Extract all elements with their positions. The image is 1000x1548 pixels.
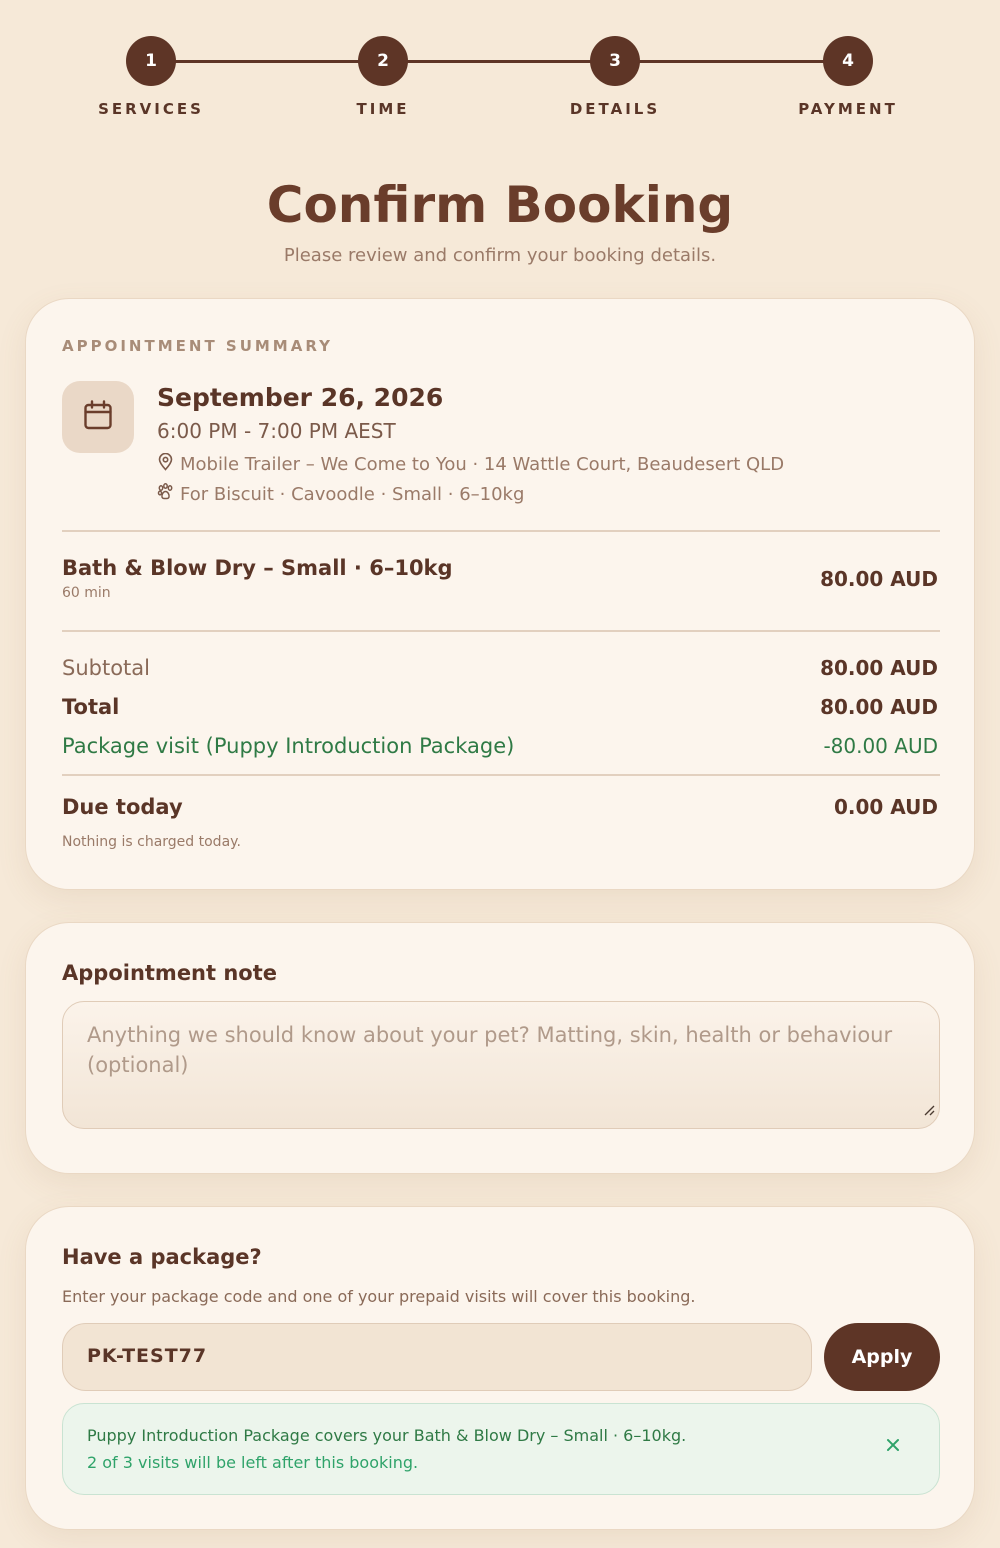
alert-remaining-text: 2 of 3 visits will be left after this bo… (87, 1453, 419, 1472)
step-label: SERVICES (98, 100, 204, 118)
step-number: 4 (823, 36, 873, 86)
appointment-location: Mobile Trailer – We Come to You · 14 Wat… (157, 452, 785, 476)
step-details[interactable]: 3 DETAILS (540, 36, 690, 118)
step-number: 1 (126, 36, 176, 86)
step-label: DETAILS (569, 100, 661, 118)
page-subtitle: Please review and confirm your booking d… (283, 245, 717, 266)
due-today-label: Due today (62, 795, 183, 819)
location-text: Mobile Trailer – We Come to You · 14 Wat… (180, 454, 785, 475)
package-success-alert: Puppy Introduction Package covers your B… (62, 1403, 940, 1495)
calendar-icon (83, 399, 113, 435)
note-heading: Appointment note (62, 961, 278, 985)
appointment-time: 6:00 PM - 7:00 PM AEST (157, 419, 396, 443)
package-card: Have a package? Enter your package code … (25, 1206, 975, 1530)
step-services[interactable]: 1 SERVICES (76, 36, 226, 118)
resize-handle-icon[interactable] (923, 1094, 935, 1124)
page-title: Confirm Booking (266, 176, 734, 234)
package-description: Enter your package code and one of your … (62, 1287, 696, 1306)
appointment-summary-card: APPOINTMENT SUMMARY September 26, 2026 6… (25, 298, 975, 890)
note-placeholder: Anything we should know about your pet? … (87, 1023, 893, 1077)
service-name: Bath & Blow Dry – Small · 6–10kg (62, 556, 453, 580)
alert-coverage-text: Puppy Introduction Package covers your B… (87, 1426, 687, 1445)
total-label: Total (62, 695, 120, 719)
subtotal-amount: 80.00 AUD (820, 656, 938, 680)
appointment-note-textarea[interactable]: Anything we should know about your pet? … (62, 1001, 940, 1129)
subtotal-row: Subtotal 80.00 AUD (62, 656, 938, 680)
appointment-date: September 26, 2026 (157, 383, 444, 412)
service-price: 80.00 AUD (820, 567, 938, 591)
package-code-input[interactable]: PK-TEST77 (62, 1323, 812, 1391)
summary-divider (62, 774, 940, 776)
booking-stepper: 1 SERVICES 2 TIME 3 DETAILS 4 PAYMENT (0, 36, 1000, 126)
step-label: PAYMENT (798, 100, 898, 118)
calendar-icon-box (62, 381, 134, 453)
close-icon[interactable] (885, 1437, 901, 1457)
step-label: TIME (356, 100, 410, 118)
subtotal-label: Subtotal (62, 656, 150, 680)
appointment-note-card: Appointment note Anything we should know… (25, 922, 975, 1174)
summary-divider (62, 630, 940, 632)
paw-icon (157, 483, 174, 506)
due-today-amount: 0.00 AUD (833, 795, 938, 819)
apply-package-button[interactable]: Apply (824, 1323, 940, 1391)
total-amount: 80.00 AUD (820, 695, 938, 719)
summary-divider (62, 530, 940, 532)
total-row: Total 80.00 AUD (62, 695, 938, 719)
pet-text: For Biscuit · Cavoodle · Small · 6–10kg (180, 484, 525, 505)
due-today-note: Nothing is charged today. (62, 834, 241, 850)
package-heading: Have a package? (62, 1245, 262, 1269)
map-pin-icon (157, 452, 174, 476)
step-payment[interactable]: 4 PAYMENT (773, 36, 923, 118)
due-today-row: Due today 0.00 AUD (62, 795, 938, 819)
package-discount-amount: -80.00 AUD (823, 734, 938, 758)
package-discount-row: Package visit (Puppy Introduction Packag… (62, 734, 938, 758)
step-time[interactable]: 2 TIME (308, 36, 458, 118)
package-discount-label: Package visit (Puppy Introduction Packag… (62, 734, 515, 758)
service-duration: 60 min (62, 585, 111, 601)
appointment-pet: For Biscuit · Cavoodle · Small · 6–10kg (157, 483, 524, 506)
summary-eyebrow: APPOINTMENT SUMMARY (62, 337, 333, 355)
step-number: 3 (590, 36, 640, 86)
step-number: 2 (358, 36, 408, 86)
